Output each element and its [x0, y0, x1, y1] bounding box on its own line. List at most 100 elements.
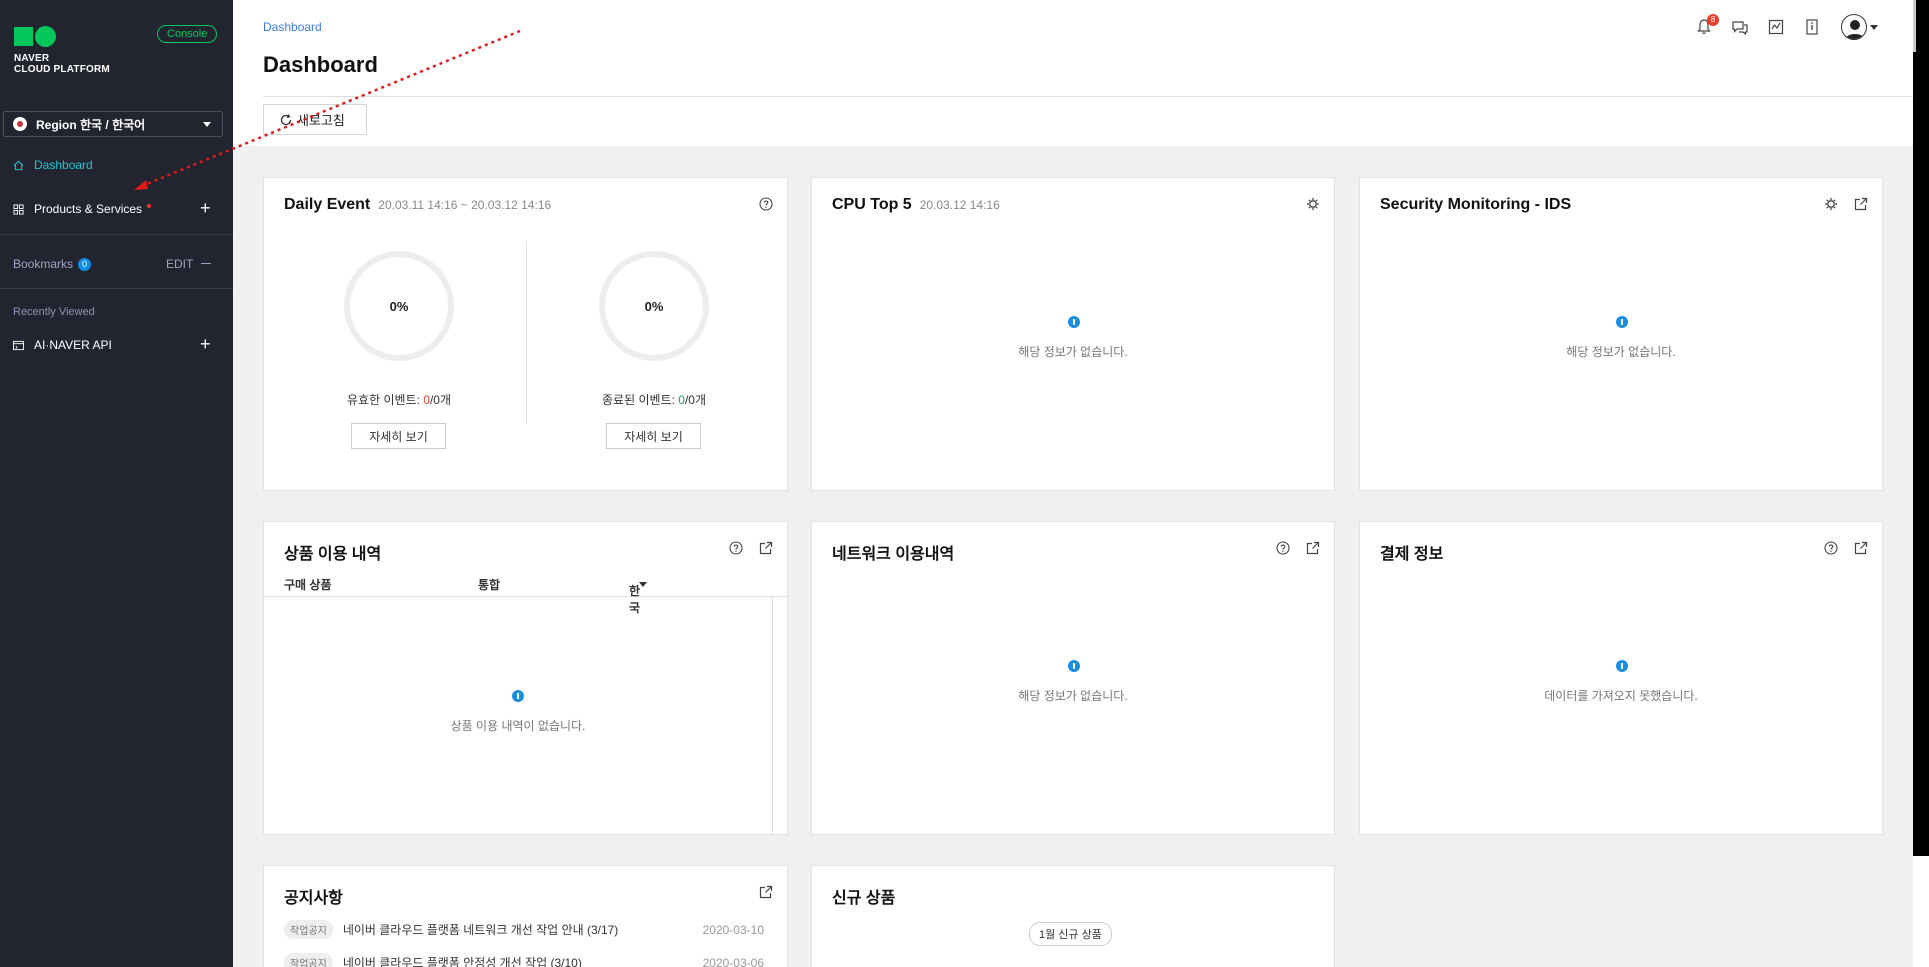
logo-text-line1: NAVER — [14, 53, 50, 64]
sidebar-item-label: Products & Services — [34, 202, 143, 216]
month-filter-badge[interactable]: 1월 신규 상품 — [1029, 922, 1112, 946]
card-payment: 결제 정보 데이터를 가져오지 못했습니다. — [1359, 521, 1883, 835]
logo-mark — [14, 26, 110, 47]
ended-events-label: 종료된 이벤트: 0/0개 — [602, 393, 706, 407]
help-icon[interactable] — [1276, 541, 1290, 555]
help-icon[interactable] — [729, 541, 743, 555]
notification-count-badge: 8 — [1707, 14, 1719, 26]
scrollbar-thumb[interactable] — [1913, 0, 1916, 52]
home-icon — [13, 160, 24, 170]
notice-tag: 작업공지 — [284, 920, 333, 939]
divider — [0, 288, 233, 289]
external-link-icon[interactable] — [759, 541, 773, 555]
korea-flag-icon — [13, 117, 27, 131]
empty-message: 해당 정보가 없습니다. — [1018, 689, 1128, 703]
external-link-icon[interactable] — [759, 885, 773, 899]
empty-message: 해당 정보가 없습니다. — [1018, 345, 1128, 359]
breadcrumb[interactable]: Dashboard — [263, 20, 322, 34]
empty-message: 데이터를 가져오지 못했습니다. — [1544, 689, 1698, 703]
info-icon — [512, 690, 524, 702]
add-icon[interactable]: + — [200, 199, 211, 217]
region-label: Region 한국 / 한국어 — [36, 117, 146, 132]
notice-date: 2020-03-10 — [702, 922, 764, 937]
notice-item[interactable]: 작업공지 네이버 클라우드 플랫폼 네트워크 개선 작업 안내 (3/17) 2… — [284, 920, 764, 939]
card-title: 공지사항 — [284, 890, 343, 907]
help-icon[interactable] — [759, 197, 773, 211]
info-icon — [1068, 316, 1080, 328]
chevron-down-icon — [639, 582, 647, 587]
sidebar-item-products[interactable]: Products & Services — [13, 202, 152, 216]
sidebar: NAVER CLOUD PLATFORM Console Region 한국 /… — [0, 0, 233, 967]
header-divider — [263, 96, 1913, 97]
add-icon[interactable]: + — [200, 335, 211, 353]
divider — [0, 234, 233, 235]
gear-icon[interactable] — [1306, 197, 1320, 211]
ended-events-gauge: 0% — [599, 251, 709, 361]
bookmarks-edit-button[interactable]: EDIT — [166, 257, 193, 271]
sidebar-item-ai-naver-api[interactable]: AI·NAVER API — [13, 338, 112, 352]
card-security-monitoring: Security Monitoring - IDS 해당 정보가 없습니다. — [1359, 177, 1883, 491]
new-indicator-dot — [147, 204, 152, 208]
sidebar-item-dashboard[interactable]: Dashboard — [13, 158, 93, 172]
card-title: 네트워크 이용내역 — [832, 546, 955, 563]
card-title: Security Monitoring - IDS — [1380, 196, 1572, 213]
table-scrollbar[interactable] — [772, 597, 773, 834]
card-notices: 공지사항 작업공지 네이버 클라우드 플랫폼 네트워크 개선 작업 안내 (3/… — [263, 865, 788, 967]
card-title: 신규 상품 — [832, 890, 896, 907]
info-icon — [1068, 660, 1080, 672]
chat-icon[interactable] — [1731, 18, 1749, 36]
external-link-icon[interactable] — [1306, 541, 1320, 555]
card-new-products: 신규 상품 1월 신규 상품 — [811, 865, 1335, 967]
grid-icon — [13, 203, 24, 215]
bookmarks-header: Bookmarks 0 — [13, 257, 92, 271]
card-subtitle: 20.03.11 14:16 ~ 20.03.12 14:16 — [378, 198, 552, 212]
card-subtitle: 20.03.12 14:16 — [919, 198, 1000, 212]
chevron-down-icon — [203, 122, 211, 127]
user-menu[interactable] — [1841, 14, 1878, 40]
notice-title: 네이버 클라우드 플랫폼 안정성 개선 작업 (3/10) — [342, 956, 582, 967]
empty-message: 상품 이용 내역이 없습니다. — [450, 719, 586, 733]
usage-table-header: 구매 상품 통합 한국 — [264, 570, 787, 615]
gear-icon[interactable] — [1824, 197, 1838, 211]
refresh-button[interactable]: 새로고침 — [263, 104, 367, 135]
notice-tag: 작업공지 — [284, 953, 333, 967]
valid-events-detail-button[interactable]: 자세히 보기 — [351, 423, 446, 449]
external-link-icon[interactable] — [1854, 197, 1868, 211]
bookmarks-label: Bookmarks — [13, 257, 74, 271]
naver-cloud-logo[interactable]: NAVER CLOUD PLATFORM — [14, 26, 110, 75]
valid-events-label: 유효한 이벤트: 0/0개 — [347, 393, 451, 407]
card-daily-event: Daily Event 20.03.11 14:16 ~ 20.03.12 14:… — [263, 177, 788, 491]
refresh-label: 새로고침 — [297, 113, 345, 128]
header-toolbar: 8 — [1695, 14, 1878, 40]
bell-icon[interactable]: 8 — [1695, 14, 1719, 36]
console-badge[interactable]: Console — [157, 25, 218, 43]
chevron-down-icon — [1870, 24, 1878, 30]
recently-viewed-title: Recently Viewed — [13, 306, 95, 318]
card-network-usage: 네트워크 이용내역 해당 정보가 없습니다. — [811, 521, 1335, 835]
column-header-total: 통합 — [478, 578, 501, 592]
notice-item[interactable]: 작업공지 네이버 클라우드 플랫폼 안정성 개선 작업 (3/10) 2020-… — [284, 953, 764, 967]
sidebar-item-label: Dashboard — [34, 158, 93, 172]
page-scrollbar[interactable] — [1913, 0, 1929, 856]
column-header-product: 구매 상품 — [284, 578, 332, 592]
monitor-chart-icon[interactable] — [1767, 18, 1785, 36]
refresh-icon — [280, 113, 292, 125]
api-window-icon — [13, 340, 24, 350]
collapse-icon[interactable] — [201, 263, 211, 264]
notice-date: 2020-03-06 — [702, 955, 764, 967]
document-info-icon[interactable] — [1803, 18, 1821, 36]
notice-title: 네이버 클라우드 플랫폼 네트워크 개선 작업 안내 (3/17) — [342, 923, 619, 937]
bookmarks-count-badge: 0 — [78, 257, 92, 271]
card-title: 상품 이용 내역 — [284, 546, 382, 563]
card-title: 결제 정보 — [1380, 546, 1444, 563]
logo-text-line2: CLOUD PLATFORM — [14, 64, 110, 75]
external-link-icon[interactable] — [1854, 541, 1868, 555]
ended-events-detail-button[interactable]: 자세히 보기 — [606, 423, 701, 449]
divider — [526, 242, 527, 424]
empty-message: 해당 정보가 없습니다. — [1566, 345, 1676, 359]
region-select[interactable]: Region 한국 / 한국어 — [3, 111, 223, 137]
help-icon[interactable] — [1824, 541, 1838, 555]
card-title: Daily Event 20.03.11 14:16 ~ 20.03.12 14:… — [284, 196, 552, 213]
avatar — [1841, 14, 1867, 40]
info-icon — [1616, 316, 1628, 328]
